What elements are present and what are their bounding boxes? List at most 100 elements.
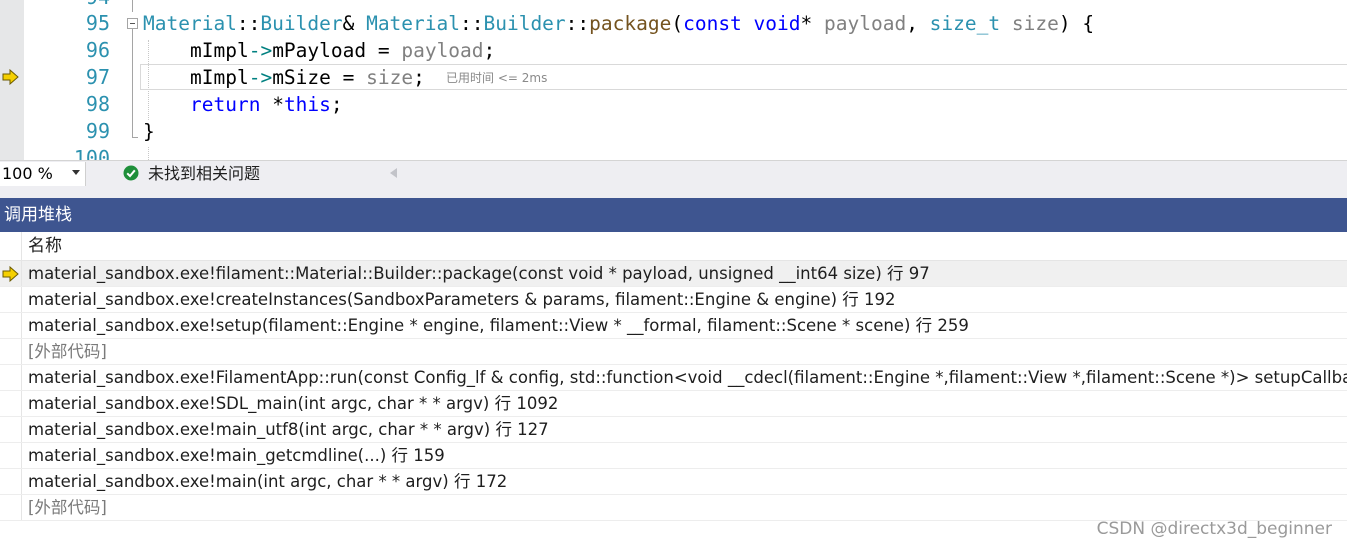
code-token: = (330, 66, 367, 89)
scroll-left-arrow-icon[interactable] (390, 168, 397, 178)
callstack-frame-external[interactable]: [外部代码] (0, 339, 1347, 365)
frame-indicator (0, 469, 22, 494)
editor-status-bar: 100 % 未找到相关问题 (0, 160, 1347, 186)
indicator-margin[interactable] (0, 0, 24, 160)
code-token: -> (248, 39, 273, 62)
callstack-header: 名称 (0, 232, 1347, 261)
frame-indicator (0, 417, 22, 442)
frame-name: material_sandbox.exe!createInstances(San… (28, 290, 896, 309)
fold-guide-end (132, 137, 138, 138)
line-number: 98 (85, 92, 110, 116)
code-line-98[interactable]: return *this; (190, 91, 343, 118)
frame-indicator (0, 495, 22, 520)
code-line-96[interactable]: mImpl->mPayload = payload; (190, 37, 495, 64)
line-number: 99 (85, 119, 110, 143)
zoom-dropdown[interactable]: 100 % (0, 162, 86, 186)
code-token: ; (413, 66, 425, 89)
code-token: Material (143, 12, 237, 35)
callstack-frame[interactable]: material_sandbox.exe!FilamentApp::run(co… (0, 365, 1347, 391)
collapse-toggle-icon[interactable] (127, 18, 138, 29)
line-number: 96 (85, 38, 110, 62)
line-number-gutter: 94 95 96 97 98 99 100 (24, 0, 124, 160)
callstack-frame[interactable]: material_sandbox.exe!main(int argc, char… (0, 469, 1347, 495)
code-token: :: (460, 12, 484, 35)
code-token: :: (565, 12, 590, 35)
code-token: size (366, 66, 414, 89)
elapsed-time-hint[interactable]: 已用时间 <= 2ms (446, 70, 547, 86)
code-token: = (366, 39, 402, 62)
frame-name: material_sandbox.exe!main(int argc, char… (28, 472, 508, 491)
callstack-frame[interactable]: material_sandbox.exe!createInstances(San… (0, 287, 1347, 313)
code-token: Builder (483, 12, 566, 35)
code-token: payload (401, 39, 484, 62)
check-circle-icon[interactable] (123, 165, 139, 181)
callstack-frame[interactable]: material_sandbox.exe!main_getcmdline(...… (0, 443, 1347, 469)
panel-splitter[interactable] (0, 186, 1347, 198)
code-token: Material (366, 12, 460, 35)
frame-name: material_sandbox.exe!main_getcmdline(...… (28, 446, 445, 465)
code-token: ; (330, 93, 343, 116)
code-token: mSize (272, 66, 331, 89)
callstack-frame[interactable]: material_sandbox.exe!main_utf8(int argc,… (0, 417, 1347, 443)
frame-name: material_sandbox.exe!main_utf8(int argc,… (28, 420, 549, 439)
callstack-panel-title[interactable]: 调用堆栈 (0, 198, 1347, 232)
frame-indicator (0, 313, 22, 338)
zoom-value: 100 % (2, 164, 53, 183)
issues-status[interactable]: 未找到相关问题 (148, 163, 260, 185)
current-frame-arrow-icon (2, 266, 19, 282)
line-number: 95 (85, 11, 110, 35)
code-editor[interactable]: 94 95 96 97 98 99 100 Material::Builder&… (0, 0, 1347, 160)
code-token: mPayload (272, 39, 367, 62)
column-header-name[interactable]: 名称 (28, 235, 62, 257)
code-token: ) { (1058, 12, 1095, 35)
code-line-97[interactable]: mImpl->mSize = size; (190, 64, 425, 91)
code-token: const (683, 12, 742, 35)
code-token: size (1011, 12, 1059, 35)
frame-indicator (0, 365, 22, 390)
code-token: :: (236, 12, 261, 35)
frame-name: material_sandbox.exe!SDL_main(int argc, … (28, 394, 559, 413)
code-token: & (342, 12, 367, 35)
callstack-frame[interactable]: material_sandbox.exe!filament::Material:… (0, 261, 1347, 287)
frame-name: [外部代码] (28, 498, 107, 517)
code-token: , (906, 12, 930, 35)
fold-guide (132, 29, 133, 137)
watermark: CSDN @directx3d_beginner (1096, 519, 1332, 539)
frame-name: material_sandbox.exe!FilamentApp::run(co… (28, 368, 1347, 387)
code-token: ( (671, 12, 684, 35)
frame-name: [外部代码] (28, 342, 107, 361)
frame-name: material_sandbox.exe!filament::Material:… (28, 264, 930, 283)
code-token: ; (483, 39, 496, 62)
code-token: mImpl (190, 66, 249, 89)
code-token: * (800, 12, 824, 35)
frame-indicator (0, 443, 22, 468)
frame-indicator (0, 391, 22, 416)
frame-indicator (0, 339, 22, 364)
callstack-frame[interactable]: material_sandbox.exe!setup(filament::Eng… (0, 313, 1347, 339)
callstack-frame[interactable]: material_sandbox.exe!SDL_main(int argc, … (0, 391, 1347, 417)
current-statement-arrow-icon (2, 69, 19, 85)
code-token: void (753, 12, 801, 35)
code-token: payload (824, 12, 907, 35)
code-token: } (143, 120, 155, 143)
frame-indicator (0, 261, 22, 286)
code-token: package (589, 12, 672, 35)
code-token: Builder (260, 12, 343, 35)
indent-guide (148, 147, 150, 160)
code-token: * (260, 93, 284, 116)
chevron-down-icon (72, 170, 80, 175)
line-number: 97 (85, 65, 110, 89)
code-line-95[interactable]: Material::Builder& Material::Builder::pa… (143, 10, 1094, 37)
frame-name: material_sandbox.exe!setup(filament::Eng… (28, 316, 969, 335)
callstack-list: material_sandbox.exe!filament::Material:… (0, 261, 1347, 521)
code-token: size_t (929, 12, 1001, 35)
code-line-99[interactable]: } (143, 118, 155, 145)
line-number: 100 (73, 146, 110, 160)
frame-indicator (0, 287, 22, 312)
panel-title: 调用堆栈 (4, 205, 72, 225)
code-token: this (283, 93, 331, 116)
code-token: return (190, 93, 261, 116)
fold-guide (132, 0, 133, 12)
